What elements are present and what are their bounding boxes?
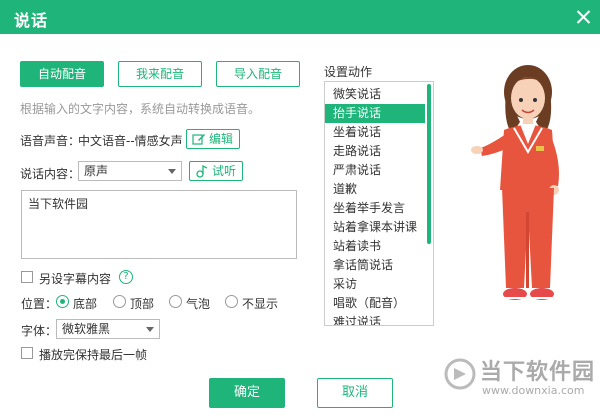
list-item[interactable]: 站着拿课本讲课 — [325, 218, 425, 237]
edit-icon — [192, 134, 205, 145]
keep-last-frame-checkbox[interactable] — [21, 347, 33, 359]
list-item[interactable]: 走路说话 — [325, 142, 425, 161]
actions-title: 设置动作 — [324, 65, 373, 79]
voice-label: 语音声音： — [20, 134, 81, 148]
list-scrollbar[interactable] — [427, 84, 431, 244]
cancel-button[interactable]: 取消 — [317, 378, 393, 408]
close-icon[interactable] — [566, 0, 600, 34]
confirm-button[interactable]: 确定 — [209, 378, 285, 408]
list-item[interactable]: 难过说话 — [325, 313, 425, 325]
title-bar: 说话 — [0, 0, 600, 34]
content-label: 说话内容： — [20, 167, 81, 181]
position-none-label: 不显示 — [242, 297, 279, 311]
position-bottom-label: 底部 — [73, 297, 98, 311]
list-item[interactable]: 拿话筒说话 — [325, 256, 425, 275]
font-label: 字体： — [21, 324, 58, 338]
list-item[interactable]: 采访 — [325, 275, 425, 294]
window-title: 说话 — [14, 11, 49, 30]
watermark-logo-icon — [444, 358, 476, 390]
position-none-radio[interactable] — [225, 295, 238, 308]
list-item[interactable]: 坐着举手发言 — [325, 199, 425, 218]
list-item[interactable]: 道歉 — [325, 180, 425, 199]
watermark-text: 当下软件园 — [480, 360, 596, 385]
actions-list[interactable]: 微笑说话 抬手说话 坐着说话 走路说话 严肃说话 道歉 坐着举手发言 站着拿课本… — [324, 81, 434, 326]
list-item[interactable]: 坐着说话 — [325, 123, 425, 142]
position-top-label: 顶部 — [130, 297, 155, 311]
help-icon[interactable]: ? — [119, 270, 133, 284]
list-item[interactable]: 唱歌（配音） — [325, 294, 425, 313]
position-bubble-label: 气泡 — [186, 297, 211, 311]
list-item[interactable]: 微笑说话 — [325, 85, 425, 104]
tab-auto-dubbing[interactable]: 自动配音 — [20, 61, 104, 87]
list-item[interactable]: 站着读书 — [325, 237, 425, 256]
edit-voice-button[interactable]: 编辑 — [186, 129, 241, 149]
hint-text: 根据输入的文字内容，系统自动转换成语音。 — [20, 102, 261, 116]
subtitle-checkbox[interactable] — [21, 271, 33, 283]
voice-value: 中文语音--情感女声 — [78, 134, 183, 148]
keep-last-frame-label: 播放完保持最后一帧 — [39, 348, 148, 362]
chevron-down-icon — [168, 169, 176, 174]
content-select-value: 原声 — [84, 164, 109, 178]
list-item[interactable]: 抬手说话 — [325, 104, 425, 123]
music-note-icon — [196, 164, 208, 178]
watermark: 当下软件园 www.downxia.com — [440, 352, 600, 408]
watermark-url: www.downxia.com — [482, 384, 585, 397]
subtitle-label: 另设字幕内容 — [39, 272, 112, 286]
listen-label: 试听 — [212, 164, 237, 178]
tab-self-dubbing[interactable]: 我来配音 — [118, 61, 202, 87]
chevron-down-icon — [146, 327, 154, 332]
position-label: 位置： — [21, 297, 58, 311]
position-bottom-radio[interactable] — [56, 295, 69, 308]
edit-voice-label: 编辑 — [209, 132, 234, 146]
position-bubble-radio[interactable] — [169, 295, 182, 308]
character-illustration — [471, 65, 559, 300]
tab-import-dubbing[interactable]: 导入配音 — [216, 61, 300, 87]
font-select-value: 微软雅黑 — [62, 322, 111, 336]
content-select[interactable]: 原声 — [78, 161, 182, 181]
position-top-radio[interactable] — [113, 295, 126, 308]
speech-text-input[interactable]: 当下软件园 — [21, 190, 297, 259]
list-item[interactable]: 严肃说话 — [325, 161, 425, 180]
font-select[interactable]: 微软雅黑 — [56, 319, 160, 339]
listen-button[interactable]: 试听 — [189, 161, 244, 181]
